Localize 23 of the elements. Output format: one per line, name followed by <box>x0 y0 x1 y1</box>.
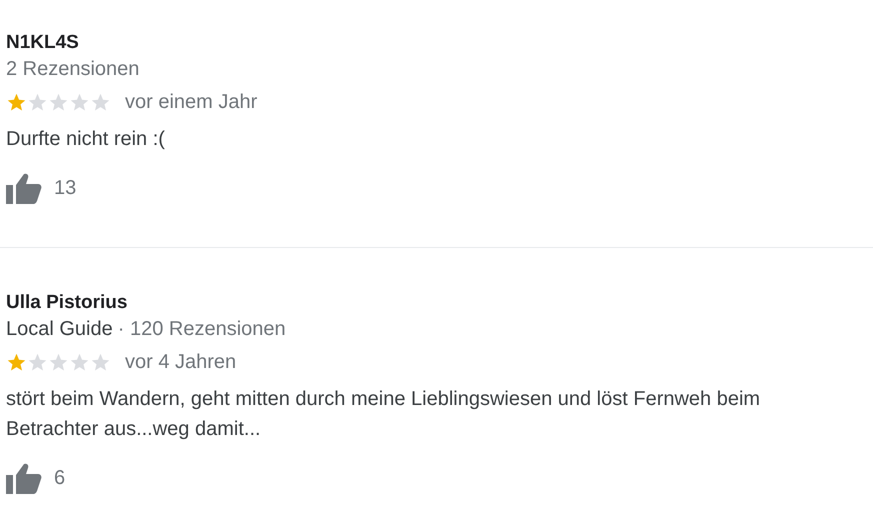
star-icon <box>6 92 27 113</box>
local-guide-label: Local Guide <box>6 317 113 342</box>
reviewer-name[interactable]: N1KL4S <box>6 31 79 55</box>
review-text: Durfte nicht rein :( <box>6 127 166 152</box>
thumbs-up-icon[interactable] <box>6 462 42 494</box>
star-icon <box>48 92 69 113</box>
review-date: vor einem Jahr <box>125 91 258 114</box>
star-icon <box>69 92 90 113</box>
like-count: 13 <box>54 176 76 200</box>
star-icon <box>48 352 69 373</box>
star-icon <box>90 92 111 113</box>
star-icon <box>6 352 27 373</box>
like-count: 6 <box>54 466 66 490</box>
reviewer-name[interactable]: Ulla Pistorius <box>6 291 128 315</box>
review-count: 2 Rezensionen <box>6 57 140 82</box>
review-date: vor 4 Jahren <box>125 351 236 374</box>
review-count: · 120 Rezensionen <box>118 317 286 342</box>
star-icon <box>69 352 90 373</box>
review-text: stört beim Wandern, geht mitten durch meine Lieblingswiesen und löst Fernweh beim Betrachter aus...weg damit... <box>6 387 762 442</box>
star-icon <box>27 352 48 373</box>
star-icon <box>27 92 48 113</box>
star-icon <box>90 352 111 373</box>
thumbs-up-icon[interactable] <box>6 172 42 204</box>
